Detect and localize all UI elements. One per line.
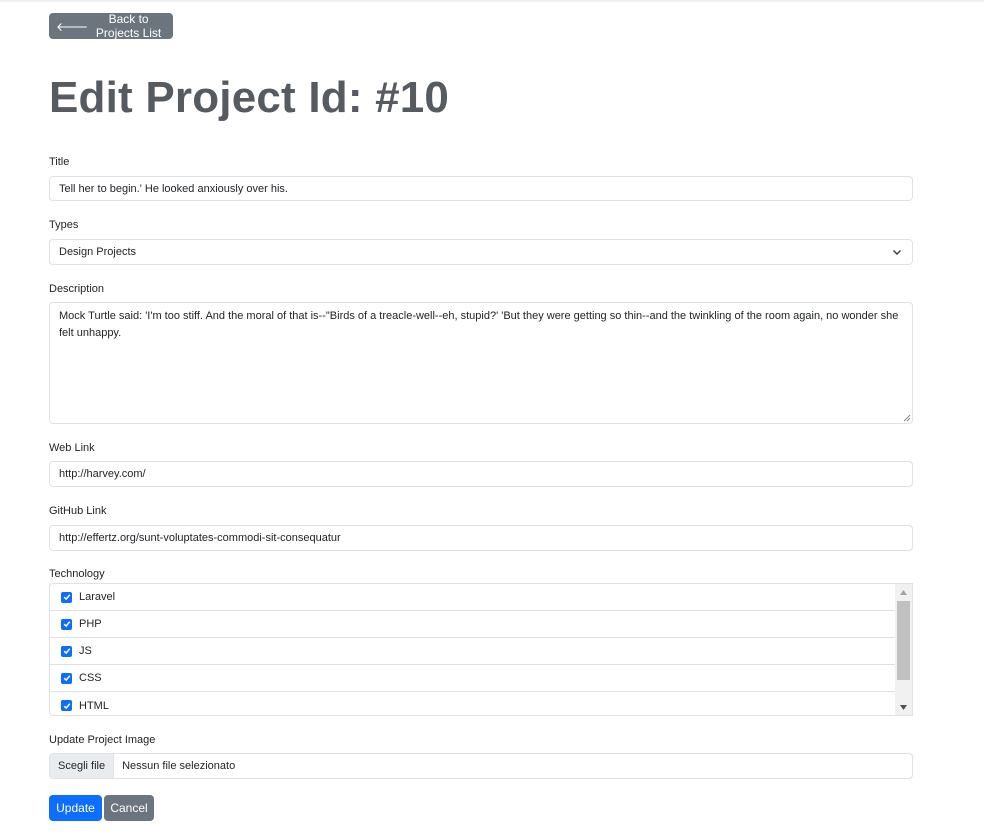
back-button-label: Back to Projects List — [95, 12, 162, 40]
chevron-down-icon — [893, 250, 901, 255]
technology-checkbox[interactable] — [61, 618, 72, 630]
image-file-input[interactable]: Scegli file Nessun file selezionato — [49, 753, 913, 779]
technology-checkbox[interactable] — [61, 645, 72, 657]
title-input[interactable]: Tell her to begin.' He looked anxiously … — [49, 176, 913, 201]
technology-checkbox[interactable] — [61, 700, 72, 711]
title-input-value: Tell her to begin.' He looked anxiously … — [59, 182, 288, 195]
technology-list-items: Laravel PHP JS CSS HTML — [50, 584, 896, 715]
image-label: Update Project Image — [49, 734, 156, 746]
scroll-down-icon[interactable] — [895, 699, 912, 715]
check-icon — [63, 621, 70, 628]
types-select-value: Design Projects — [59, 246, 137, 258]
github-label: GitHub Link — [49, 505, 107, 517]
top-shadow — [0, 0, 984, 3]
scroll-up-icon[interactable] — [895, 584, 912, 600]
choose-file-button[interactable]: Scegli file — [50, 754, 115, 778]
check-icon — [63, 675, 70, 682]
update-button[interactable]: Update — [49, 795, 102, 821]
technology-item[interactable]: CSS — [50, 665, 896, 692]
technology-item-label: Laravel — [79, 591, 116, 603]
types-label: Types — [49, 219, 79, 231]
check-icon — [63, 702, 70, 709]
file-status: Nessun file selezionato — [122, 760, 236, 772]
arrow-left-icon: 🡐 — [56, 19, 89, 34]
weblink-input[interactable]: http://harvey.com/ — [49, 461, 913, 487]
github-input[interactable]: http://effertz.org/sunt-voluptates-commo… — [49, 525, 913, 551]
weblink-label: Web Link — [49, 442, 95, 454]
technology-item-label: HTML — [79, 699, 109, 712]
weblink-input-value: http://harvey.com/ — [59, 468, 146, 480]
check-icon — [63, 648, 70, 655]
scrollbar-thumb[interactable] — [897, 601, 910, 680]
technology-item[interactable]: Laravel — [50, 584, 896, 611]
technology-item-label: JS — [79, 645, 92, 657]
resize-handle-icon[interactable] — [902, 413, 911, 422]
technology-scrollbar[interactable] — [895, 584, 912, 715]
check-icon — [63, 594, 70, 601]
technology-checkbox[interactable] — [61, 591, 72, 603]
description-textarea[interactable]: Mock Turtle said: 'I'm too stiff. And th… — [49, 302, 913, 424]
description-label: Description — [49, 283, 105, 295]
technology-item[interactable]: PHP — [50, 611, 896, 638]
github-input-value: http://effertz.org/sunt-voluptates-commo… — [59, 532, 341, 544]
page-title: Edit Project Id: #10 — [49, 73, 450, 122]
technology-list: Laravel PHP JS CSS HTML — [49, 583, 913, 716]
types-select[interactable]: Design Projects — [49, 239, 913, 265]
technology-item[interactable]: JS — [50, 638, 896, 665]
title-label: Title — [49, 156, 70, 168]
technology-item[interactable]: HTML — [50, 692, 896, 715]
technology-checkbox[interactable] — [61, 672, 72, 684]
description-value: Mock Turtle said: 'I'm too stiff. And th… — [59, 310, 899, 339]
technology-item-label: PHP — [79, 618, 102, 630]
cancel-button[interactable]: Cancel — [104, 795, 154, 821]
back-to-projects-button[interactable]: 🡐 Back to Projects List — [49, 12, 173, 40]
technology-label: Technology — [49, 568, 105, 580]
technology-item-label: CSS — [79, 672, 102, 684]
